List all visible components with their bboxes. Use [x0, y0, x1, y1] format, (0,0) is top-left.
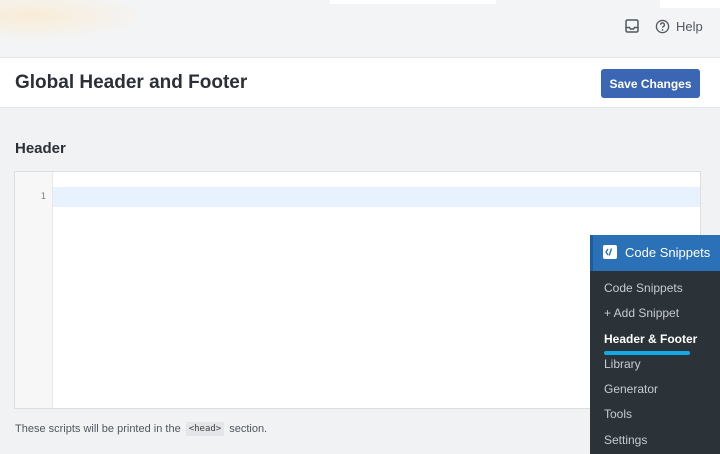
active-item-underline [604, 351, 690, 355]
active-line-highlight [53, 187, 700, 207]
menu-item-settings[interactable]: Settings [604, 433, 647, 447]
help-button[interactable]: Help [655, 17, 703, 35]
top-bar: Help [0, 0, 720, 56]
menu-item-tools[interactable]: Tools [604, 407, 632, 421]
menu-item-library[interactable]: Library [604, 357, 641, 371]
line-number: 1 [40, 192, 46, 202]
menu-item-header-footer[interactable]: Header & Footer [604, 332, 697, 346]
line-number-gutter: 1 [15, 172, 53, 408]
admin-submenu: Code Snippets Code Snippets + Add Snippe… [590, 235, 720, 454]
logo-blur [0, 0, 150, 40]
menu-header-code-snippets[interactable]: Code Snippets [590, 235, 720, 271]
menu-header-label: Code Snippets [625, 245, 711, 260]
menu-item-generator[interactable]: Generator [604, 382, 658, 396]
menu-item-code-snippets[interactable]: Code Snippets [604, 281, 683, 295]
editor-help-text: These scripts will be printed in the <he… [15, 422, 267, 436]
question-circle-icon [655, 19, 670, 33]
page-header: Global Header and Footer Save Changes [0, 57, 720, 108]
top-strip-right [660, 0, 720, 8]
help-text-suffix: section. [229, 423, 268, 435]
help-label: Help [676, 18, 703, 34]
head-tag-code: <head> [185, 422, 225, 436]
save-changes-button[interactable]: Save Changes [601, 69, 700, 98]
section-title-header: Header [15, 140, 66, 157]
menu-item-add-snippet[interactable]: + Add Snippet [604, 306, 679, 320]
code-snippets-logo-icon [603, 245, 617, 259]
top-strip [330, 0, 496, 4]
page-title: Global Header and Footer [15, 72, 248, 93]
inbox-icon[interactable] [624, 18, 640, 34]
help-text-prefix: These scripts will be printed in the [15, 423, 181, 435]
